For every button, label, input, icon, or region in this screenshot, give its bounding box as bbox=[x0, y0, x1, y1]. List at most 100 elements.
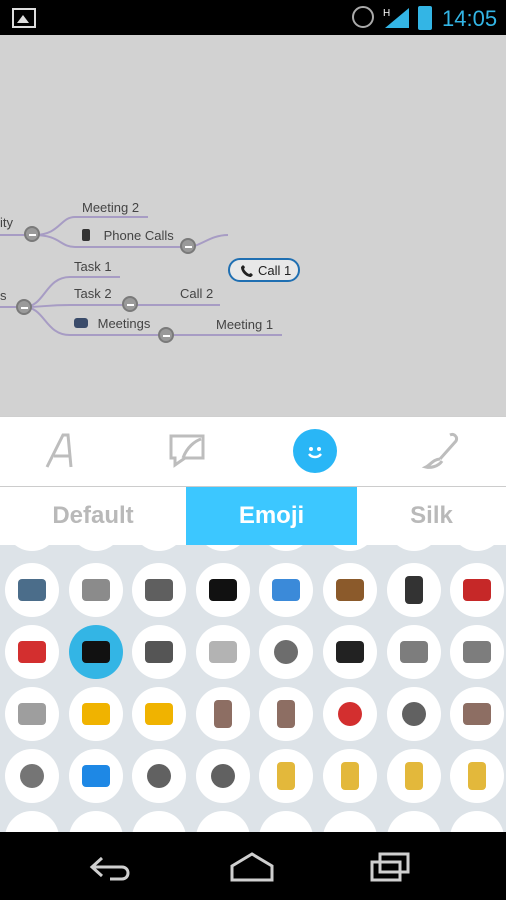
partial-node-left-1: ity bbox=[0, 215, 13, 230]
emoji-cell-partial-top bbox=[132, 545, 187, 551]
emoji-speaker-loud[interactable] bbox=[450, 625, 505, 679]
speaker-loud-icon bbox=[463, 641, 492, 663]
emoji-camera[interactable] bbox=[68, 563, 123, 617]
emoji-lock-with-pen[interactable] bbox=[386, 749, 441, 803]
telephone-receiver-icon bbox=[241, 265, 253, 277]
lock-with-pen-icon bbox=[404, 762, 423, 790]
mindmap-connections bbox=[0, 216, 282, 336]
emoji-megaphone[interactable] bbox=[68, 687, 123, 741]
node-phone-calls[interactable]: Phone Calls bbox=[82, 228, 174, 243]
icon-set-tabs: Default Emoji Silk bbox=[0, 486, 506, 546]
emoji-satellite-antenna[interactable] bbox=[5, 749, 59, 803]
callout-icon[interactable] bbox=[165, 429, 209, 473]
emoji-grid[interactable] bbox=[0, 545, 506, 832]
home-icon[interactable] bbox=[228, 850, 276, 884]
emoji-cell-partial-bottom bbox=[195, 811, 250, 832]
emoji-voicemail[interactable] bbox=[68, 749, 123, 803]
emoji-cell-partial-bottom bbox=[450, 811, 505, 832]
node-task-2[interactable]: Task 2 bbox=[74, 286, 112, 301]
node-meeting-2[interactable]: Meeting 2 bbox=[82, 200, 139, 215]
emoji-lock-with-key[interactable] bbox=[450, 749, 505, 803]
emoji-magnifier-left[interactable] bbox=[132, 749, 187, 803]
emoji-cell-partial-bottom bbox=[323, 811, 377, 832]
emoji-telephone-red[interactable] bbox=[5, 625, 59, 679]
tab-emoji[interactable]: Emoji bbox=[186, 487, 357, 545]
emoji-cell-partial-top bbox=[386, 545, 441, 551]
emoji-hourglass-flowing[interactable] bbox=[259, 687, 314, 741]
emoji-telephone-receiver[interactable] bbox=[68, 625, 123, 679]
emoji-watch[interactable] bbox=[386, 687, 441, 741]
floppy-disk-icon bbox=[18, 579, 46, 601]
emoji-alarm-clock[interactable] bbox=[323, 687, 377, 741]
magnifier-right-icon bbox=[210, 764, 235, 788]
emoji-television[interactable] bbox=[323, 563, 377, 617]
speaker-icon bbox=[399, 641, 428, 663]
text-style-icon[interactable] bbox=[40, 429, 84, 473]
emoji-hourglass[interactable] bbox=[195, 687, 250, 741]
collapse-button[interactable] bbox=[16, 299, 32, 315]
movie-camera-icon bbox=[208, 579, 237, 601]
megaphone-icon bbox=[81, 703, 110, 725]
emoji-floppy-disk[interactable] bbox=[5, 563, 59, 617]
collapse-button[interactable] bbox=[158, 327, 174, 343]
emoji-video-camera[interactable] bbox=[132, 563, 187, 617]
hourglass-icon bbox=[213, 700, 232, 728]
node-call-1-selected[interactable]: Call 1 bbox=[228, 258, 300, 282]
signal-icon: H bbox=[383, 8, 409, 28]
watch-icon bbox=[401, 702, 426, 726]
telephone-red-icon bbox=[18, 641, 46, 663]
back-icon[interactable] bbox=[88, 850, 136, 884]
emoji-magnifier-right[interactable] bbox=[195, 749, 250, 803]
node-task-1[interactable]: Task 1 bbox=[74, 259, 112, 274]
computer-icon bbox=[272, 579, 301, 601]
alarm-icon bbox=[352, 6, 374, 28]
emoji-cd[interactable] bbox=[259, 625, 314, 679]
telephone-receiver-icon bbox=[81, 641, 110, 663]
emoji-cell-partial-bottom bbox=[132, 811, 187, 832]
smiley-face bbox=[308, 447, 322, 459]
emoji-smiley-icon[interactable] bbox=[293, 429, 337, 473]
camera-icon bbox=[81, 579, 110, 601]
pager-icon bbox=[145, 641, 174, 663]
emoji-telephone[interactable] bbox=[450, 563, 505, 617]
status-time: 14:05 bbox=[442, 6, 498, 31]
node-call-1-label: Call 1 bbox=[258, 263, 292, 278]
node-meetings[interactable]: Meetings bbox=[74, 316, 150, 331]
emoji-muted-speaker[interactable] bbox=[5, 687, 59, 741]
collapse-button[interactable] bbox=[24, 226, 40, 242]
emoji-videocassette[interactable] bbox=[323, 625, 377, 679]
tab-default[interactable]: Default bbox=[0, 487, 186, 545]
voicemail-icon bbox=[81, 765, 110, 787]
emoji-loudspeaker[interactable] bbox=[132, 687, 187, 741]
tab-silk[interactable]: Silk bbox=[357, 487, 506, 545]
svg-text:H: H bbox=[383, 8, 390, 19]
emoji-pager[interactable] bbox=[132, 625, 187, 679]
cd-icon bbox=[274, 640, 299, 664]
emoji-speaker[interactable] bbox=[386, 625, 441, 679]
emoji-radio[interactable] bbox=[450, 687, 505, 741]
collapse-button[interactable] bbox=[122, 296, 138, 312]
lock-with-key-icon bbox=[468, 762, 487, 790]
emoji-cell-partial-bottom bbox=[259, 811, 314, 832]
emoji-cell-partial-top bbox=[68, 545, 123, 551]
battery-icon bbox=[418, 6, 432, 30]
emoji-cell-partial-bottom bbox=[386, 811, 441, 832]
emoji-unlocked[interactable] bbox=[259, 749, 314, 803]
image-notification-icon bbox=[12, 8, 36, 28]
mindmap-canvas[interactable]: ity Meeting 2 Phone Calls Call 1 s Task … bbox=[0, 35, 506, 416]
emoji-locked[interactable] bbox=[323, 749, 377, 803]
collapse-button[interactable] bbox=[180, 238, 196, 254]
status-bar: H 14:05 bbox=[0, 0, 506, 35]
emoji-movie-camera[interactable] bbox=[195, 563, 250, 617]
alarm-clock-icon bbox=[338, 702, 362, 726]
node-call-2[interactable]: Call 2 bbox=[180, 286, 213, 301]
emoji-computer[interactable] bbox=[259, 563, 314, 617]
recent-apps-icon[interactable] bbox=[368, 850, 416, 884]
emoji-mobile-phone[interactable] bbox=[386, 563, 441, 617]
node-meeting-1[interactable]: Meeting 1 bbox=[216, 317, 273, 332]
hourglass-flowing-icon bbox=[277, 700, 296, 728]
emoji-cell-partial-top bbox=[450, 545, 505, 551]
brush-icon[interactable] bbox=[420, 429, 464, 473]
emoji-fax[interactable] bbox=[195, 625, 250, 679]
emoji-cell-partial-top bbox=[323, 545, 377, 551]
